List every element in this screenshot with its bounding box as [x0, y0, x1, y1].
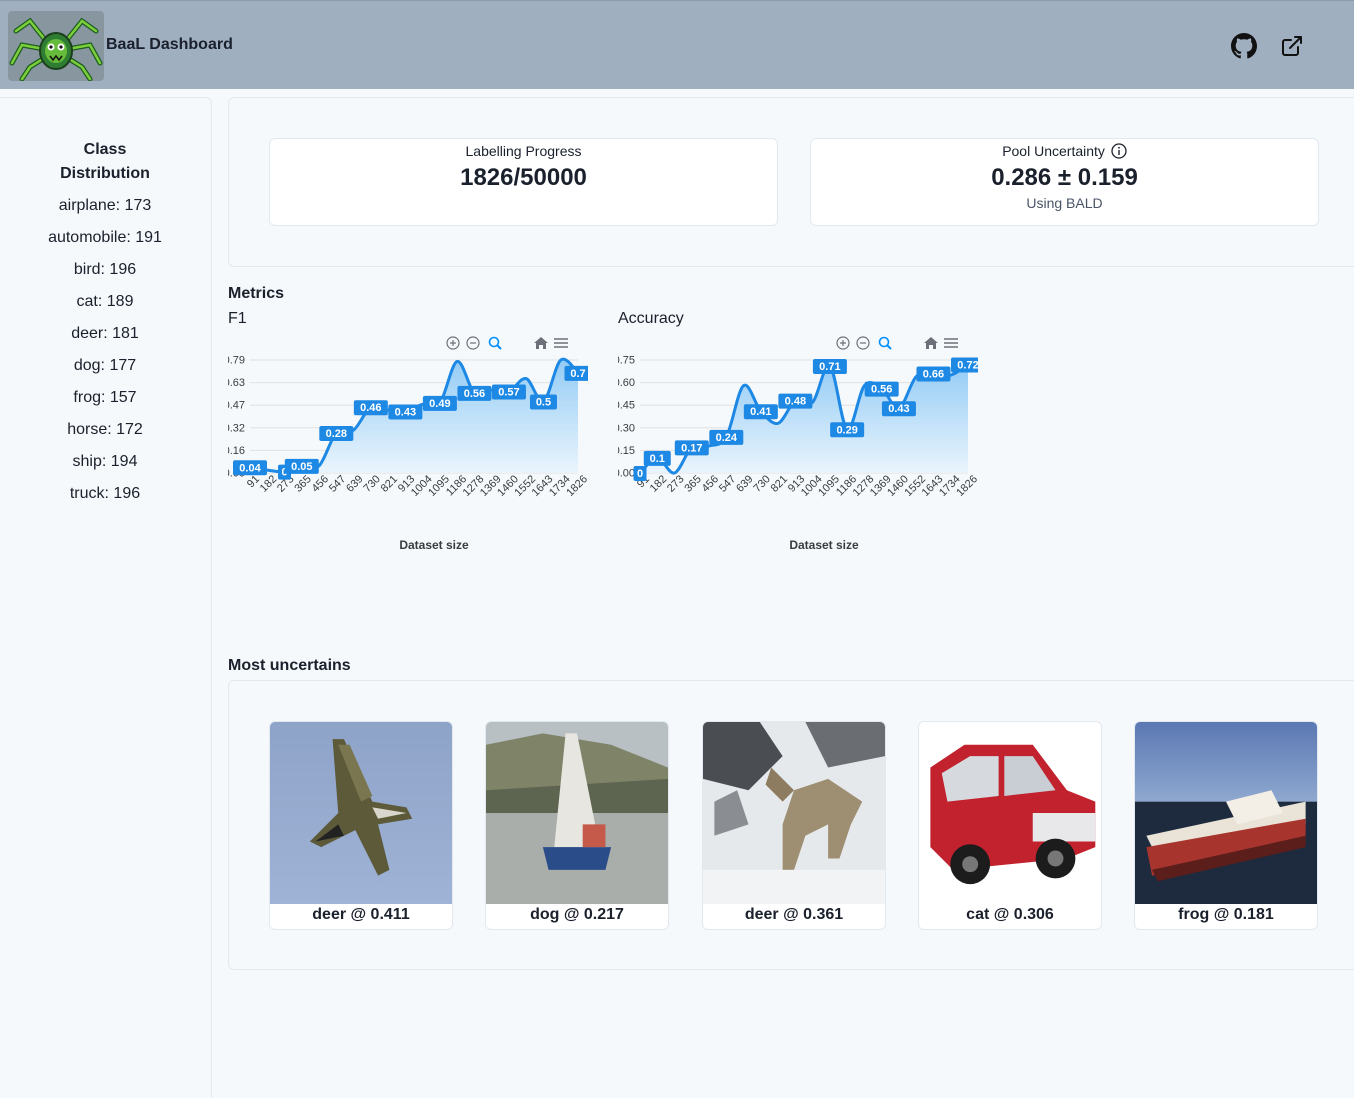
uncertain-sample-caption: frog @ 0.181 — [1178, 906, 1274, 923]
zoom-out-icon — [856, 336, 870, 350]
most-uncertains-heading: Most uncertains — [228, 657, 351, 674]
class-item: horse: 172 — [67, 421, 143, 438]
spider-logo-icon — [8, 11, 104, 81]
data-label: 0.43 — [395, 406, 416, 418]
airplane-thumbnail — [270, 722, 452, 904]
data-label: 0.72 — [957, 360, 978, 372]
y-tick-label: 0.47 — [228, 400, 245, 412]
uncertain-sample-card[interactable]: dog @ 0.217 — [485, 721, 669, 930]
menu-icon — [944, 338, 958, 348]
zoom-selection-icon — [878, 336, 892, 350]
accuracy-chart[interactable]: 0.000.150.300.450.600.759118227336545654… — [618, 330, 978, 560]
data-label: 0.49 — [429, 398, 450, 410]
data-label: 0.1 — [650, 453, 665, 465]
y-tick-label: 0.30 — [618, 422, 635, 434]
data-label: 0.56 — [464, 388, 485, 400]
y-tick-label: 0.63 — [228, 377, 245, 389]
class-item: truck: 196 — [69, 485, 141, 502]
external-link-icon[interactable] — [1280, 34, 1304, 58]
data-label: 0.56 — [871, 384, 892, 396]
class-distribution-sidebar: Class Distribution airplane: 173 automob… — [0, 97, 212, 1098]
labelling-progress-value: 1826/50000 — [460, 164, 587, 191]
class-item: dog: 177 — [73, 357, 137, 374]
y-tick-label: 0.00 — [618, 468, 635, 480]
data-label: 0.48 — [785, 396, 806, 408]
zoom-in-icon — [836, 336, 850, 350]
sailboat-thumbnail — [486, 722, 668, 904]
class-distribution-title-line2: Distribution — [60, 165, 150, 182]
stats-panel: Labelling Progress 1826/50000 Pool Uncer… — [228, 97, 1354, 267]
x-axis-title: Dataset size — [789, 538, 859, 552]
class-list: airplane: 173 automobile: 191 bird: 196 … — [0, 194, 210, 514]
metrics-heading: Metrics — [228, 285, 285, 302]
pool-uncertainty-label: Pool Uncertainty — [1002, 143, 1105, 159]
data-label: 0.17 — [681, 442, 702, 454]
y-tick-label: 0.60 — [618, 377, 635, 389]
pool-uncertainty-help: Using BALD — [1026, 195, 1103, 211]
labelling-progress-label: Labelling Progress — [465, 143, 582, 159]
uncertain-sample-card[interactable]: deer @ 0.411 — [269, 721, 453, 930]
data-label: 0.04 — [239, 462, 261, 474]
x-axis-title: Dataset size — [399, 538, 469, 552]
class-item: automobile: 191 — [48, 229, 162, 246]
uncertain-sample-caption: deer @ 0.361 — [744, 906, 844, 923]
app-title: BaaL Dashboard — [106, 36, 233, 53]
top-bar: BaaL Dashboard — [0, 0, 1354, 89]
data-label: 0.24 — [716, 432, 738, 444]
y-tick-label: 0.15 — [618, 445, 635, 457]
y-tick-label: 0.32 — [228, 422, 245, 434]
most-uncertains-panel: deer @ 0.411 dog @ 0.217 deer @ 0.361 ca… — [228, 680, 1354, 970]
info-icon[interactable] — [1111, 143, 1127, 159]
reset-home-icon — [534, 337, 548, 349]
labelling-progress-card: Labelling Progress 1826/50000 — [269, 138, 778, 226]
data-label: 0.41 — [750, 406, 771, 418]
class-item: cat: 189 — [76, 293, 134, 310]
data-label: 0.5 — [536, 396, 551, 408]
data-label: 0.71 — [819, 361, 840, 373]
class-distribution-title: Class Distribution — [0, 138, 210, 186]
class-item: frog: 157 — [73, 389, 137, 406]
deer-thumbnail — [703, 722, 885, 904]
data-label: 0.7 — [570, 368, 585, 380]
pool-uncertainty-value: 0.286 ± 0.159 — [991, 164, 1138, 191]
uncertain-sample-caption: deer @ 0.411 — [312, 906, 410, 923]
red-car-thumbnail — [919, 722, 1101, 904]
github-icon[interactable] — [1231, 33, 1257, 59]
class-item: airplane: 173 — [58, 197, 152, 214]
class-item: bird: 196 — [73, 261, 137, 278]
y-tick-label: 0.75 — [618, 355, 635, 367]
y-tick-label: 0.45 — [618, 400, 635, 412]
pool-uncertainty-card: Pool Uncertainty 0.286 ± 0.159 Using BAL… — [810, 138, 1319, 226]
zoom-in-icon — [446, 336, 460, 350]
menu-icon — [554, 338, 568, 348]
f1-chart-title: F1 — [228, 310, 247, 327]
data-label: 0.46 — [360, 402, 381, 414]
class-item: ship: 194 — [72, 453, 138, 470]
pool-uncertainty-label-row: Pool Uncertainty — [811, 142, 1318, 160]
class-distribution-title-line1: Class — [83, 141, 127, 158]
f1-chart[interactable]: 0.000.160.320.470.630.799118227336545654… — [228, 330, 588, 560]
data-label: 0.29 — [836, 424, 857, 436]
zoom-selection-icon — [488, 336, 502, 350]
data-label: 0.28 — [326, 428, 347, 440]
class-item: deer: 181 — [71, 325, 139, 342]
uncertain-sample-card[interactable]: cat @ 0.306 — [918, 721, 1102, 930]
data-label: 0.43 — [888, 403, 909, 415]
uncertain-sample-card[interactable]: deer @ 0.361 — [702, 721, 886, 930]
y-tick-label: 0.16 — [228, 445, 245, 457]
reset-home-icon — [924, 337, 938, 349]
y-tick-label: 0.79 — [228, 355, 245, 367]
zoom-out-icon — [466, 336, 480, 350]
ship-thumbnail — [1135, 722, 1317, 904]
accuracy-chart-title: Accuracy — [618, 310, 684, 327]
uncertain-sample-caption: cat @ 0.306 — [966, 906, 1054, 923]
data-label: 0.05 — [291, 461, 312, 473]
data-label: 0.57 — [498, 386, 519, 398]
data-label: 0.66 — [923, 369, 944, 381]
uncertain-sample-card[interactable]: frog @ 0.181 — [1134, 721, 1318, 930]
uncertain-sample-caption: dog @ 0.217 — [530, 906, 624, 923]
data-label: 0 — [637, 468, 643, 480]
